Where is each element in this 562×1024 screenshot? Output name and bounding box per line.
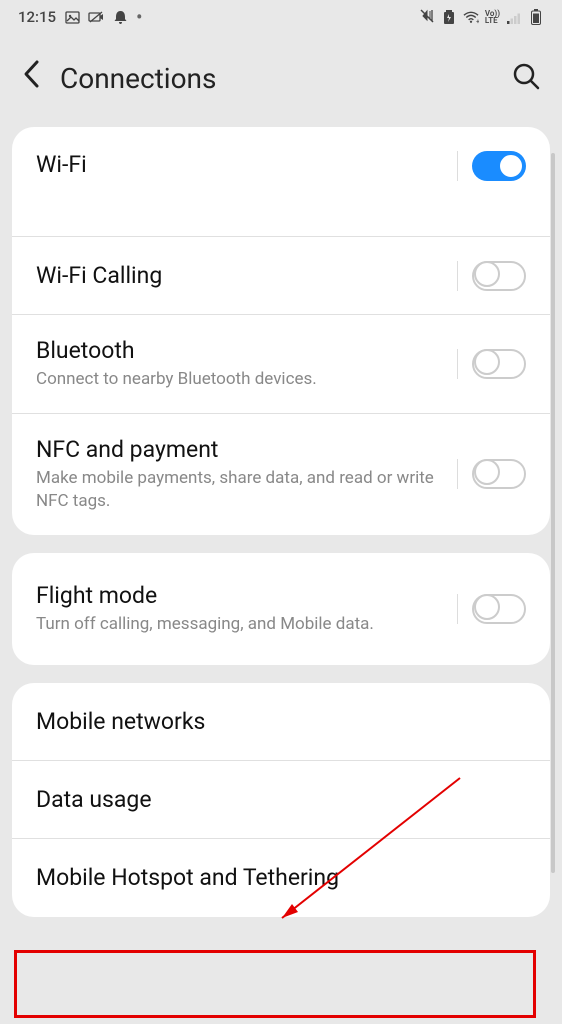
status-time: 12:15	[18, 8, 56, 26]
divider	[457, 349, 458, 379]
signal-icon	[506, 9, 522, 25]
row-desc: Make mobile payments, share data, and re…	[36, 467, 457, 513]
row-wifi-calling[interactable]: Wi-Fi Calling	[12, 237, 550, 315]
header: Connections	[0, 34, 562, 127]
row-title: Bluetooth	[36, 337, 457, 364]
settings-card: Mobile networks Data usage Mobile Hotspo…	[12, 683, 550, 917]
settings-card: Wi-Fi Wi-Fi Calling Bluetooth Connect to…	[12, 127, 550, 535]
wifi-icon: +	[463, 9, 479, 25]
row-bluetooth[interactable]: Bluetooth Connect to nearby Bluetooth de…	[12, 315, 550, 414]
nfc-toggle[interactable]	[472, 459, 526, 489]
row-desc: Turn off calling, messaging, and Mobile …	[36, 613, 457, 636]
volte-icon: Vo))LTE	[485, 10, 500, 24]
row-title: Wi-Fi	[36, 151, 457, 178]
row-title: Mobile Hotspot and Tethering	[36, 864, 526, 891]
row-data-usage[interactable]: Data usage	[12, 761, 550, 839]
camera-icon	[88, 9, 104, 25]
row-mobile-networks[interactable]: Mobile networks	[12, 683, 550, 761]
bluetooth-toggle[interactable]	[472, 349, 526, 379]
row-title: Wi-Fi Calling	[36, 262, 457, 289]
svg-text:+: +	[476, 17, 479, 23]
dot-icon: •	[136, 7, 142, 28]
divider	[457, 594, 458, 624]
divider	[457, 151, 458, 181]
row-title: NFC and payment	[36, 436, 457, 463]
divider	[457, 459, 458, 489]
status-right: + Vo))LTE	[419, 9, 544, 25]
image-icon	[64, 9, 80, 25]
row-mobile-hotspot[interactable]: Mobile Hotspot and Tethering	[12, 839, 550, 917]
scrollbar[interactable]	[551, 153, 555, 873]
battery-icon	[528, 9, 544, 25]
divider	[457, 261, 458, 291]
annotation-highlight	[14, 950, 536, 1018]
vibrate-icon	[419, 9, 435, 25]
flight-mode-toggle[interactable]	[472, 594, 526, 624]
settings-card: Flight mode Turn off calling, messaging,…	[12, 553, 550, 665]
search-button[interactable]	[512, 62, 540, 94]
row-desc: Connect to nearby Bluetooth devices.	[36, 368, 457, 391]
wifi-calling-toggle[interactable]	[472, 261, 526, 291]
wifi-toggle[interactable]	[472, 151, 526, 181]
status-bar: 12:15 • + Vo))LTE	[0, 0, 562, 34]
row-title: Mobile networks	[36, 708, 526, 735]
page-title: Connections	[60, 62, 492, 95]
redacted-network	[36, 186, 276, 214]
status-left: 12:15 •	[18, 7, 142, 28]
dnd-icon	[112, 9, 128, 25]
row-title: Flight mode	[36, 582, 457, 609]
row-wifi[interactable]: Wi-Fi	[12, 127, 550, 237]
row-flight-mode[interactable]: Flight mode Turn off calling, messaging,…	[12, 553, 550, 665]
row-title: Data usage	[36, 786, 526, 813]
back-button[interactable]	[22, 59, 40, 97]
row-nfc[interactable]: NFC and payment Make mobile payments, sh…	[12, 414, 550, 535]
battery-saver-icon	[441, 9, 457, 25]
